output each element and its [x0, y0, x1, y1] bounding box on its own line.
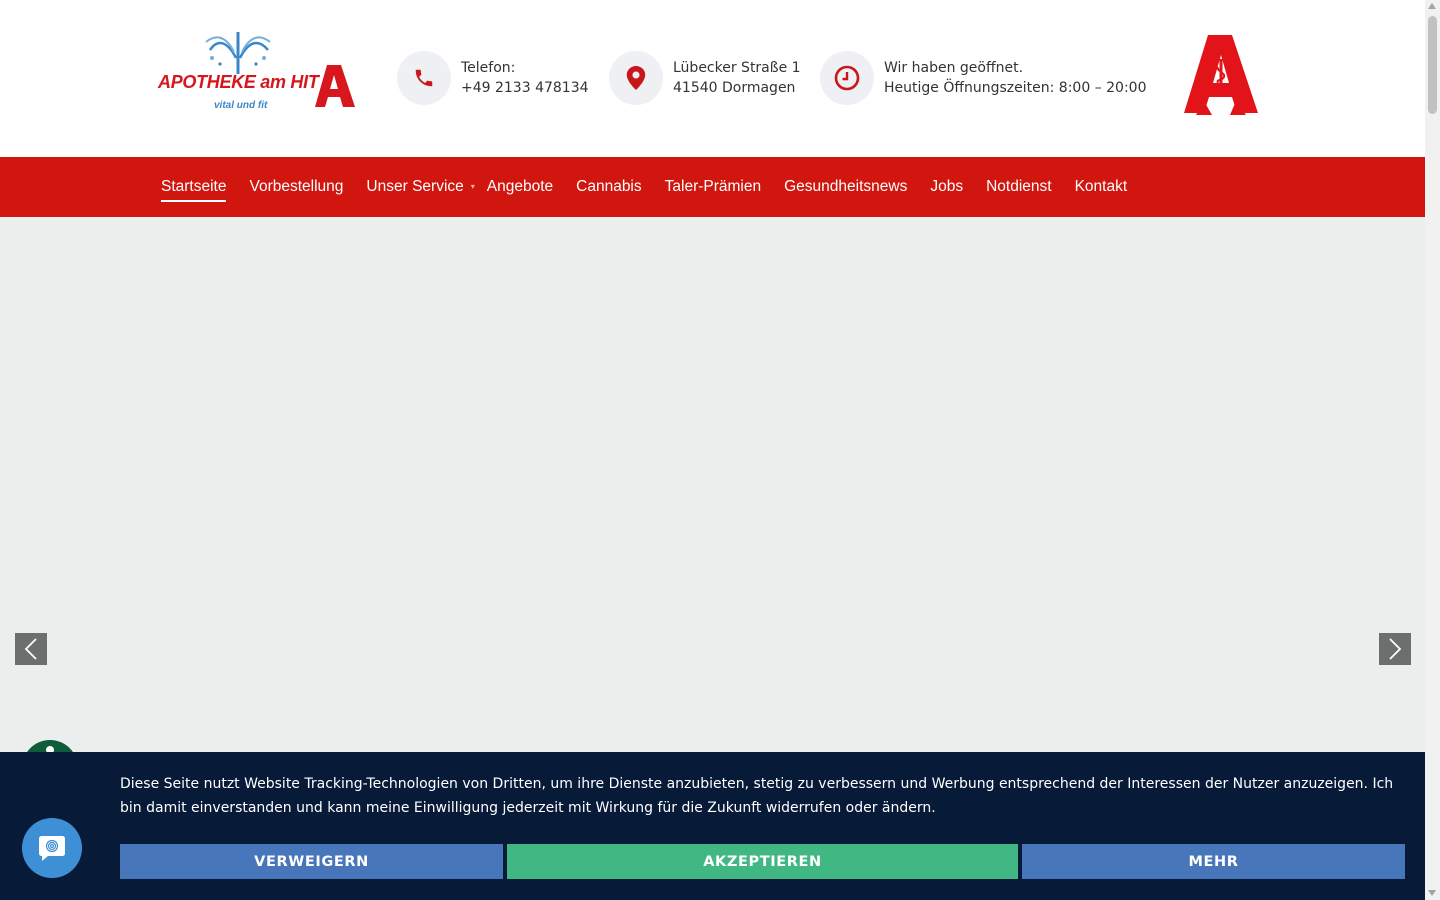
slider-next-button[interactable] [1379, 633, 1411, 665]
main-navigation: Startseite Vorbestellung Unser Service ▾ … [0, 157, 1425, 217]
nav-item-kontakt[interactable]: Kontakt [1075, 178, 1128, 196]
opening-status: Wir haben geöffnet. [884, 60, 1024, 76]
chevron-left-icon [24, 638, 37, 660]
phone-contact[interactable]: Telefon: +49 2133 478134 [397, 51, 589, 105]
nav-item-taler-praemien[interactable]: Taler-Prämien [665, 178, 761, 196]
nav-item-gesundheitsnews[interactable]: Gesundheitsnews [784, 178, 907, 196]
nav-item-notdienst[interactable]: Notdienst [986, 178, 1051, 196]
cookie-accept-button[interactable]: AKZEPTIEREN [507, 844, 1018, 879]
opening-hours: Wir haben geöffnet. Heutige Öffnungszeit… [820, 51, 1147, 105]
page-scrollbar[interactable] [1425, 0, 1440, 900]
location-pin-icon [609, 51, 663, 105]
site-header: APOTHEKE am HIT vital und fit Telefon: +… [0, 0, 1425, 157]
cookie-message: Diese Seite nutzt Website Tracking-Techn… [120, 776, 1394, 816]
scroll-up-arrow-icon[interactable] [1428, 3, 1436, 9]
scroll-down-arrow-icon[interactable] [1428, 890, 1436, 896]
page: APOTHEKE am HIT vital und fit Telefon: +… [0, 0, 1440, 900]
clock-icon [820, 51, 874, 105]
opening-hours-today: Heutige Öffnungszeiten: 8:00 – 20:00 [884, 80, 1147, 96]
cookie-deny-button[interactable]: VERWEIGERN [120, 844, 503, 879]
apotheke-a-small-icon [315, 65, 355, 107]
address-street: Lübecker Straße 1 [673, 60, 801, 76]
pharmacy-logo[interactable]: APOTHEKE am HIT vital und fit [158, 28, 358, 118]
chevron-down-icon: ▾ [470, 182, 475, 191]
slider-prev-button[interactable] [15, 633, 47, 665]
cookie-more-button[interactable]: MEHR [1022, 844, 1405, 879]
nav-item-angebote[interactable]: Angebote [487, 178, 553, 196]
hero-slider [0, 217, 1425, 757]
cookie-banner: Diese Seite nutzt Website Tracking-Techn… [0, 752, 1425, 900]
nav-item-startseite[interactable]: Startseite [161, 178, 227, 202]
address-city: 41540 Dormagen [673, 80, 796, 96]
phone-label: Telefon: [461, 60, 516, 76]
chevron-right-icon [1389, 638, 1402, 660]
nav-item-jobs[interactable]: Jobs [930, 178, 963, 196]
nav-item-unser-service-label: Unser Service [366, 178, 464, 195]
scrollbar-thumb[interactable] [1428, 16, 1437, 114]
fountain-icon [205, 32, 271, 75]
logo-brand-text: APOTHEKE am HIT [158, 72, 319, 92]
logo-tagline: vital und fit [214, 100, 268, 111]
nav-item-vorbestellung[interactable]: Vorbestellung [249, 178, 343, 196]
nav-item-cannabis[interactable]: Cannabis [576, 178, 642, 196]
address-contact[interactable]: Lübecker Straße 1 41540 Dormagen [609, 51, 801, 105]
apotheke-a-logo-icon [1184, 35, 1258, 115]
phone-number[interactable]: +49 2133 478134 [461, 78, 589, 98]
nav-item-unser-service[interactable]: Unser Service ▾ [366, 178, 474, 196]
privacy-settings-button[interactable] [22, 818, 82, 878]
phone-icon [397, 51, 451, 105]
fingerprint-chat-icon [39, 836, 65, 861]
